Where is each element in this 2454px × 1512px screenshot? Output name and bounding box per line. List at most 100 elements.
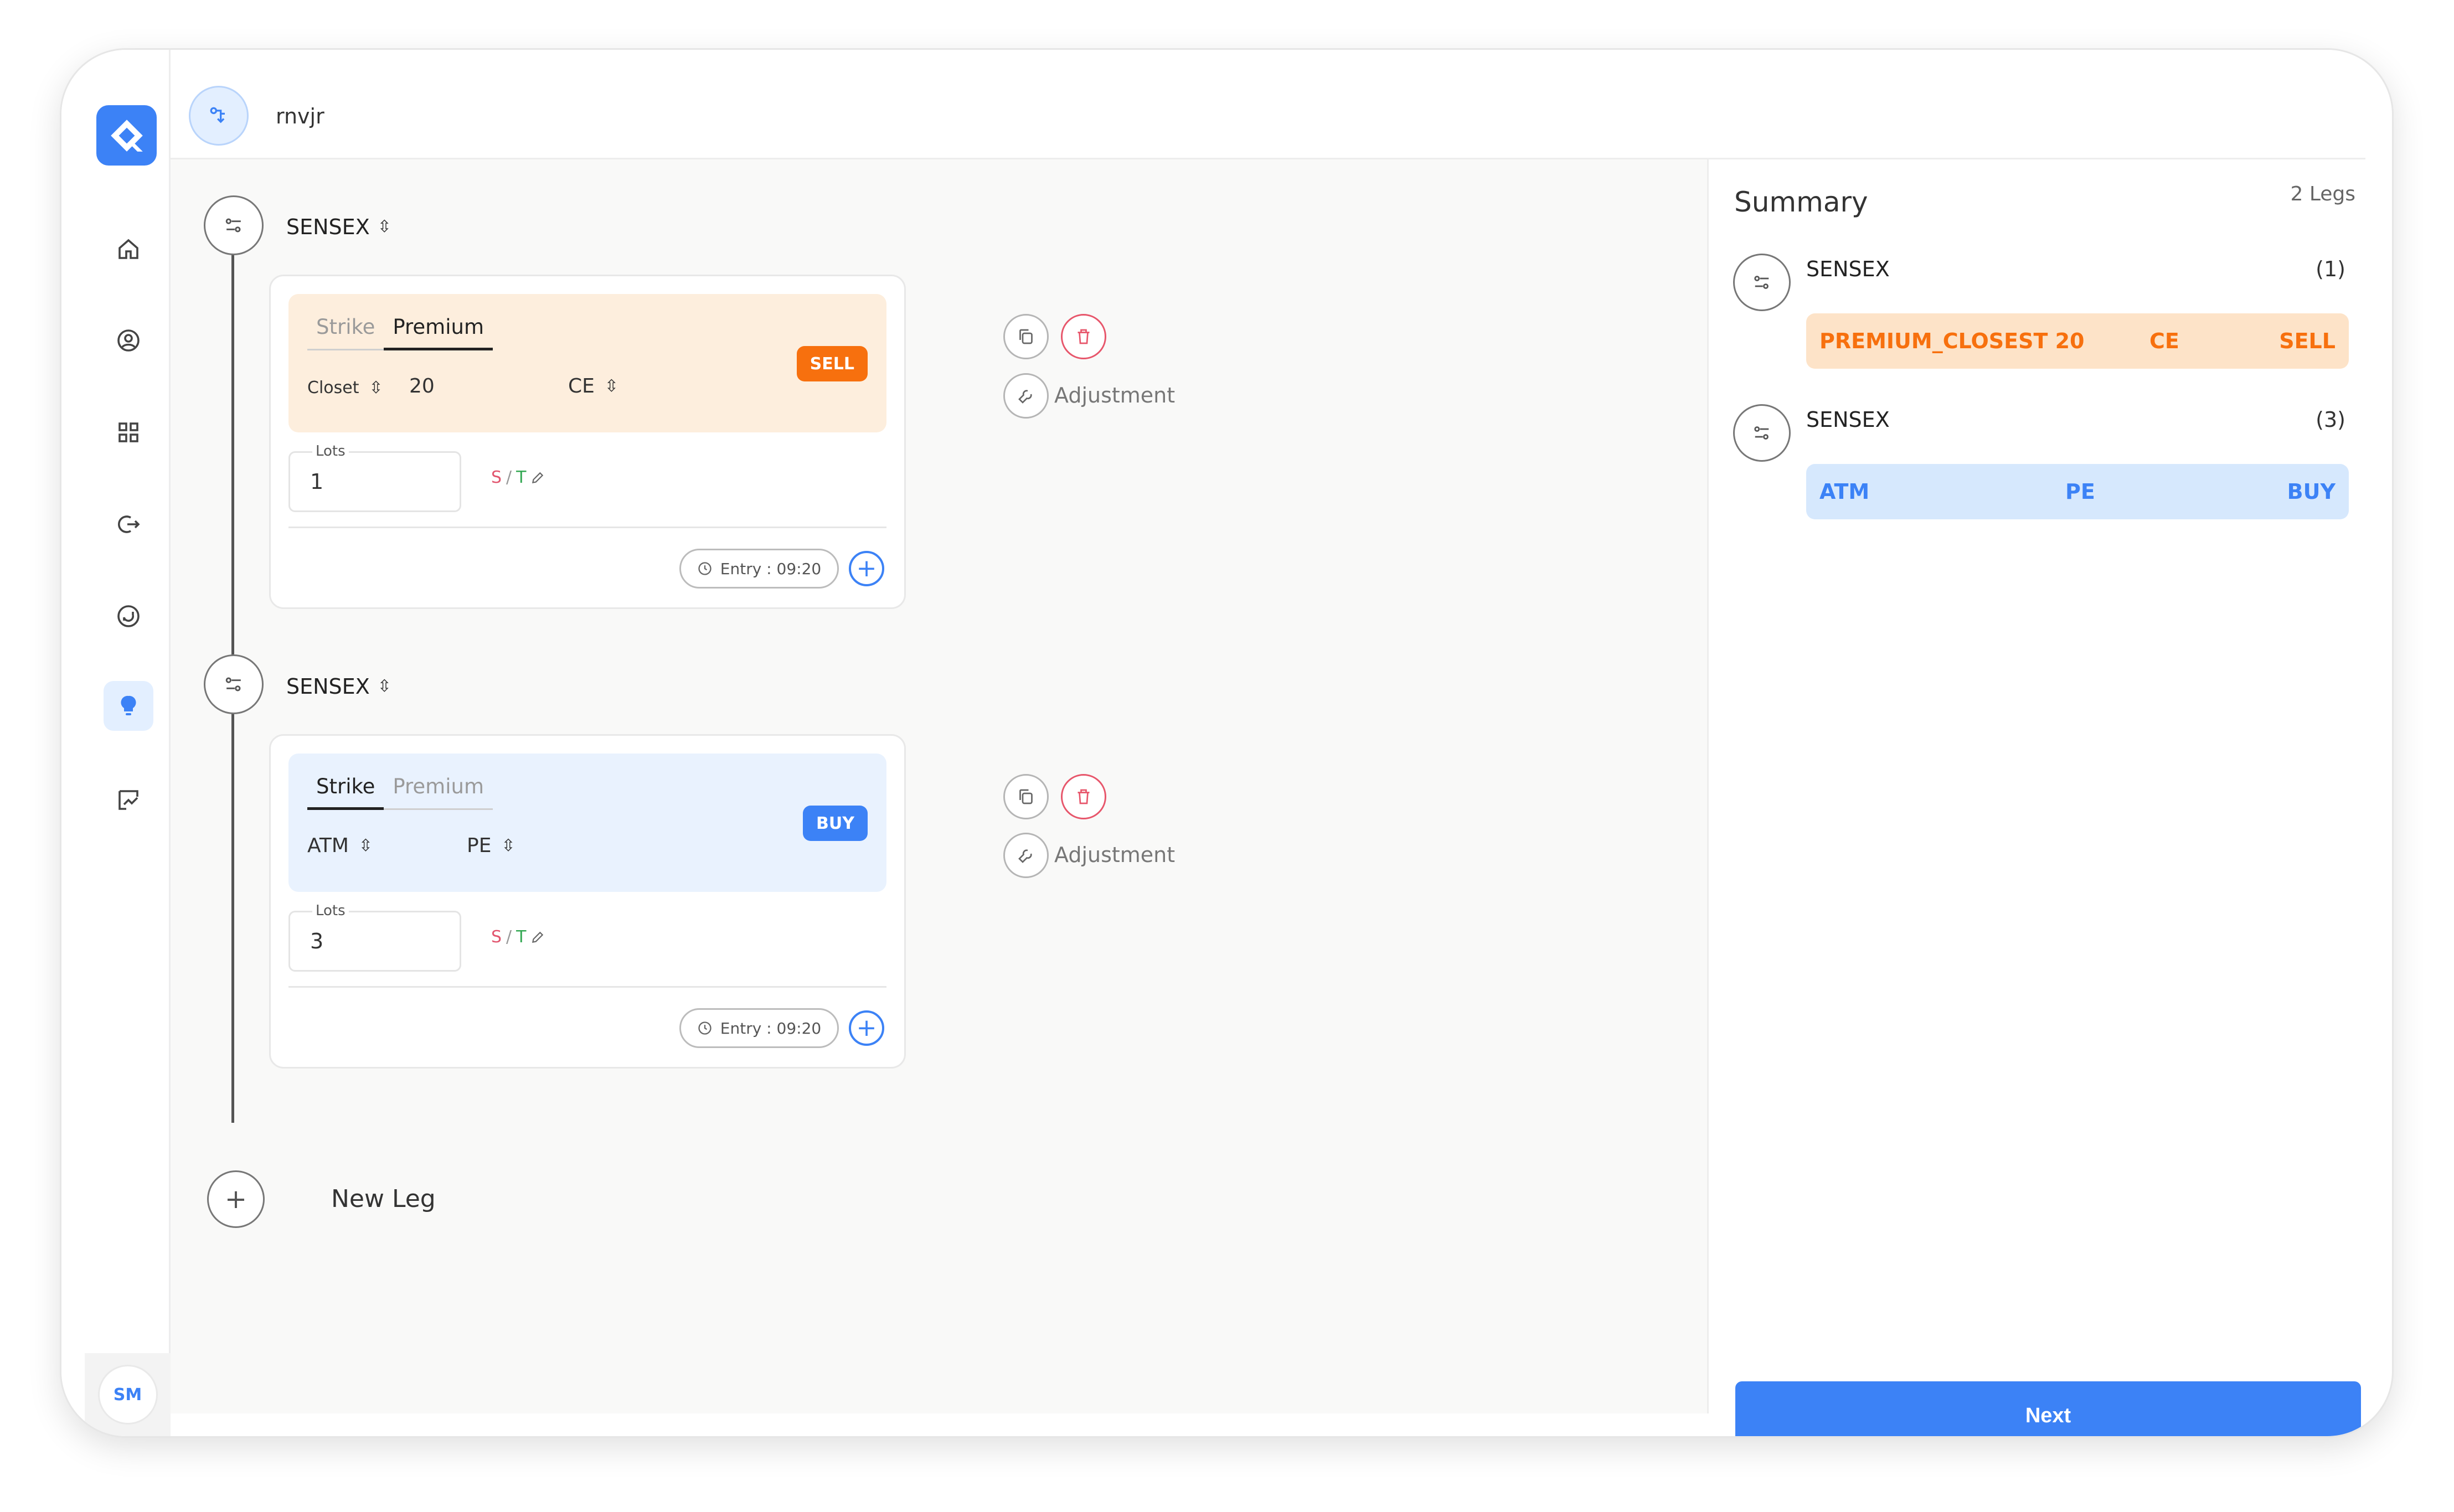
summary-leg-1-strike: PREMIUM_CLOSEST 20 [1819,329,2085,353]
logo-icon [110,119,143,152]
updown-icon: ⇳ [377,677,391,696]
target-label: T [516,927,527,947]
leg-1-instrument-select[interactable]: SENSEX ⇳ [286,215,391,239]
leg-1-adjustment-label[interactable]: Adjustment [1054,383,1175,407]
next-button[interactable]: Next [1735,1381,2361,1436]
summary-leg-1-pill: PREMIUM_CLOSEST 20 CE SELL [1806,313,2349,369]
premium-value: 20 [409,375,435,398]
leg-1-adjustment-button[interactable] [1003,373,1049,419]
entry-time: Entry : 09:20 [720,559,822,578]
lots-label: Lots [312,902,349,919]
leg-1-lots-field[interactable]: Lots 1 [288,443,461,512]
leg-1-premium-mode-select[interactable]: Closet ⇳ [307,378,383,398]
nav-dashboard[interactable] [104,407,153,457]
app-logo[interactable] [96,105,157,166]
nav-strategy-builder[interactable] [104,681,153,731]
leg-1-premium-value-input[interactable]: 20 [409,375,435,398]
leg-1-card: Strike Premium SELL Closet ⇳ 20 CE ⇳ Lot… [269,275,906,609]
leg-2-copy-button[interactable] [1003,774,1049,819]
leg-2-instrument-select[interactable]: SENSEX ⇳ [286,674,391,699]
summary-leg-2-strike: ATM [1819,479,1870,504]
pencil-icon [532,931,544,943]
leg-2-action-toggle[interactable]: BUY [803,806,868,841]
strike-value: ATM [307,834,349,857]
target-label: T [516,468,527,487]
new-leg-button[interactable]: + [207,1170,265,1228]
new-leg-label[interactable]: New Leg [331,1185,436,1213]
updown-icon: ⇳ [501,835,515,855]
leg-1-action-toggle[interactable]: SELL [796,346,868,381]
summary-leg-1-action: SELL [2279,329,2336,353]
sync-icon [117,605,140,627]
tab-strike[interactable]: Strike [307,771,384,810]
summary-title: Summary [1734,186,1868,218]
lots-value: 1 [310,469,324,494]
leg-1-instrument: SENSEX [286,215,370,239]
summary-leg-1-node [1733,254,1791,311]
clock-icon [698,1021,712,1035]
updown-icon: ⇳ [377,217,391,236]
nav-profile[interactable] [104,316,153,365]
divider [288,986,886,988]
summary-panel: Summary 2 Legs SENSEX (1) PREMIUM_CLOSES… [1709,159,2365,1436]
leg-1-sl-target[interactable]: S / T [491,468,545,487]
sl-label: S [491,468,502,487]
leg-2-adjustment-label[interactable]: Adjustment [1054,843,1175,867]
leg-2-config: Strike Premium BUY ATM ⇳ PE ⇳ [288,754,886,892]
leg-2-add-button[interactable]: + [849,1010,884,1046]
leg-2-sl-target[interactable]: S / T [491,927,545,947]
leg-1-config: Strike Premium SELL Closet ⇳ 20 CE ⇳ [288,294,886,432]
leg-2-option-type-select[interactable]: PE ⇳ [467,834,515,857]
option-type: CE [568,375,595,398]
leg-2-delete-button[interactable] [1061,774,1106,819]
leg-builder: SENSEX ⇳ Strike Premium SELL Closet ⇳ 20… [171,159,1709,1413]
tab-premium[interactable]: Premium [384,771,493,808]
home-icon [118,239,138,259]
grid-icon [118,422,138,442]
tab-strike[interactable]: Strike [307,312,384,349]
strategy-icon-button[interactable] [189,86,249,146]
user-avatar[interactable]: SM [97,1365,158,1425]
leg-2-strike-select[interactable]: ATM ⇳ [307,834,373,857]
lots-value: 3 [310,929,324,953]
leg-2-lots-field[interactable]: Lots 3 [288,902,461,972]
strategy-name: rnvjr [276,104,324,128]
leg-2-entry-time[interactable]: Entry : 09:20 [679,1008,839,1048]
wrench-icon [1018,390,1032,404]
option-type: PE [467,834,492,857]
leg-1-delete-button[interactable] [1061,314,1106,359]
user-area: SM [85,1353,171,1436]
user-initials: SM [113,1385,142,1405]
connect-icon [118,515,140,533]
trash-icon [1078,789,1090,804]
nav-connect[interactable] [104,499,153,549]
plus-icon: + [224,1184,248,1215]
leg-2-adjustment-button[interactable] [1003,833,1049,878]
clock-icon [698,562,712,575]
leg-1-add-button[interactable]: + [849,551,884,586]
app-window: SM rnvjr SENSEX ⇳ Strike Premium SELL Cl… [60,48,2394,1438]
summary-leg-2-instrument: SENSEX [1806,407,1890,432]
leg-2-node [204,654,264,714]
nav-reports[interactable] [104,775,153,825]
separator: / [506,468,512,487]
summary-leg-1-qty: (1) [2316,257,2345,281]
updown-icon: ⇳ [369,378,383,398]
tab-premium[interactable]: Premium [384,312,493,350]
updown-icon: ⇳ [358,835,373,855]
wrench-icon [1018,849,1032,863]
leg-1-copy-button[interactable] [1003,314,1049,359]
leg-1-node [204,195,264,255]
sidebar: SM [61,50,171,1436]
leg-1-option-type-select[interactable]: CE ⇳ [568,375,618,398]
summary-leg-2-type: PE [2065,479,2095,504]
summary-leg-1-type: CE [2149,329,2179,353]
summary-leg-count: 2 Legs [2290,183,2355,205]
leg-1-entry-time[interactable]: Entry : 09:20 [679,549,839,589]
nav-home[interactable] [104,224,153,274]
premium-mode: Closet [307,378,359,398]
nav-sync[interactable] [104,591,153,641]
summary-leg-2-node [1733,404,1791,462]
sliders-icon [225,218,241,233]
leg-2-tabs: Strike Premium [307,771,493,810]
